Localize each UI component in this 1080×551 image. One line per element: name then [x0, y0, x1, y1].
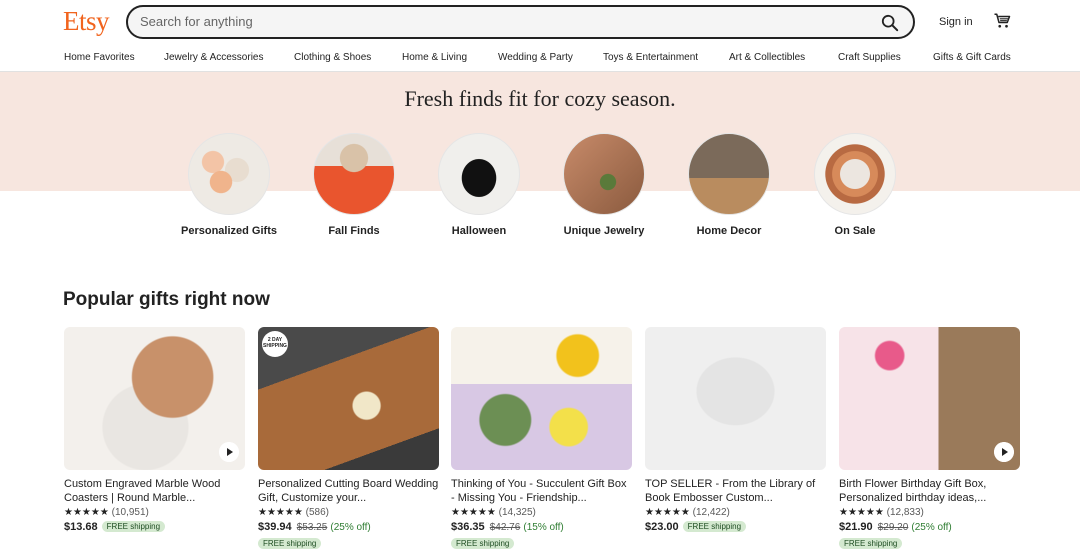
free-shipping-badge: FREE shipping: [258, 538, 322, 549]
cart-icon[interactable]: [993, 12, 1011, 30]
nav-wedding-party[interactable]: Wedding & Party: [498, 52, 573, 63]
price-row: $39.94 $53.25 (25% off): [258, 521, 439, 533]
product-price: $21.90: [839, 521, 873, 533]
product-card[interactable]: TOP SELLER - From the Library of Book Em…: [645, 327, 826, 533]
product-image[interactable]: [645, 327, 826, 470]
product-card[interactable]: 2 DAY SHIPPING Personalized Cutting Boar…: [258, 327, 439, 551]
product-price: $23.00: [645, 521, 679, 533]
nav-home-favorites[interactable]: Home Favorites: [64, 52, 135, 63]
nav-clothing-shoes[interactable]: Clothing & Shoes: [294, 52, 371, 63]
free-shipping-badge: FREE shipping: [839, 538, 903, 549]
category-image: [814, 133, 896, 215]
free-shipping-badge: FREE shipping: [682, 521, 747, 532]
category-label: Halloween: [451, 225, 507, 237]
rating-stars: ★★★★★: [258, 507, 303, 518]
product-title[interactable]: Birth Flower Birthday Gift Box, Personal…: [839, 477, 1020, 505]
nav-art-collectibles[interactable]: Art & Collectibles: [729, 52, 805, 63]
category-nav: Home Favorites Jewelry & Accessories Clo…: [0, 52, 1080, 66]
product-image[interactable]: [451, 327, 632, 470]
search-bar[interactable]: [126, 5, 915, 39]
shipping-badge: 2 DAY SHIPPING: [262, 331, 288, 357]
section-title: Popular gifts right now: [63, 289, 270, 310]
original-price: $53.25: [296, 522, 328, 533]
review-count: (10,951): [111, 507, 149, 518]
nav-toys-entertainment[interactable]: Toys & Entertainment: [603, 52, 698, 63]
product-card[interactable]: Birth Flower Birthday Gift Box, Personal…: [839, 327, 1020, 551]
product-title[interactable]: Thinking of You - Succulent Gift Box - M…: [451, 477, 632, 505]
product-rating: ★★★★★ (586): [258, 507, 439, 518]
category-halloween[interactable]: Halloween: [429, 133, 529, 238]
product-rating: ★★★★★ (10,951): [64, 507, 245, 518]
product-title[interactable]: Custom Engraved Marble Wood Coasters | R…: [64, 477, 245, 505]
search-input[interactable]: [140, 14, 860, 29]
category-label: On Sale: [834, 225, 876, 237]
product-card[interactable]: Custom Engraved Marble Wood Coasters | R…: [64, 327, 245, 533]
discount: (25% off): [911, 522, 952, 533]
nav-home-living[interactable]: Home & Living: [402, 52, 467, 63]
category-unique-jewelry[interactable]: Unique Jewelry: [554, 133, 654, 238]
free-shipping-badge: FREE shipping: [101, 521, 166, 532]
product-card[interactable]: Thinking of You - Succulent Gift Box - M…: [451, 327, 632, 551]
review-count: (12,833): [886, 507, 924, 518]
original-price: $29.20: [877, 522, 909, 533]
category-image: [563, 133, 645, 215]
product-rating: ★★★★★ (12,833): [839, 507, 1020, 518]
price-row: $21.90 $29.20 (25% off): [839, 521, 1020, 533]
category-image: [188, 133, 270, 215]
product-price: $36.35: [451, 521, 485, 533]
category-label: Unique Jewelry: [563, 225, 645, 237]
product-title[interactable]: TOP SELLER - From the Library of Book Em…: [645, 477, 826, 505]
category-fall-finds[interactable]: Fall Finds: [304, 133, 404, 238]
category-image: [688, 133, 770, 215]
review-count: (12,422): [692, 507, 730, 518]
site-header: Etsy Sign in Home Favorites Jewelry & Ac…: [0, 0, 1080, 72]
discount: (15% off): [523, 522, 564, 533]
nav-jewelry-accessories[interactable]: Jewelry & Accessories: [164, 52, 263, 63]
category-personalized-gifts[interactable]: Personalized Gifts: [179, 133, 279, 238]
product-image[interactable]: [839, 327, 1020, 470]
nav-craft-supplies[interactable]: Craft Supplies: [838, 52, 901, 63]
product-image[interactable]: [64, 327, 245, 470]
product-title[interactable]: Personalized Cutting Board Wedding Gift,…: [258, 477, 439, 505]
product-price: $39.94: [258, 521, 292, 533]
product-rating: ★★★★★ (14,325): [451, 507, 632, 518]
product-price: $13.68: [64, 521, 98, 533]
rating-stars: ★★★★★: [64, 507, 109, 518]
nav-gifts-gift-cards[interactable]: Gifts & Gift Cards: [933, 52, 1011, 63]
review-count: (14,325): [498, 507, 536, 518]
price-row: $36.35 $42.76 (15% off): [451, 521, 632, 533]
play-icon[interactable]: [994, 442, 1014, 462]
free-shipping-badge: FREE shipping: [451, 538, 515, 549]
hero-title: Fresh finds fit for cozy season.: [404, 86, 676, 111]
product-rating: ★★★★★ (12,422): [645, 507, 826, 518]
category-label: Fall Finds: [328, 225, 380, 237]
category-on-sale[interactable]: On Sale: [805, 133, 905, 238]
rating-stars: ★★★★★: [451, 507, 496, 518]
play-icon[interactable]: [219, 442, 239, 462]
rating-stars: ★★★★★: [645, 507, 690, 518]
category-image: [313, 133, 395, 215]
category-home-decor[interactable]: Home Decor: [679, 133, 779, 238]
search-icon[interactable]: [881, 14, 899, 32]
sign-in-link[interactable]: Sign in: [939, 16, 973, 28]
category-image: [438, 133, 520, 215]
rating-stars: ★★★★★: [839, 507, 884, 518]
discount: (25% off): [330, 522, 371, 533]
review-count: (586): [305, 507, 329, 518]
category-label: Personalized Gifts: [181, 225, 277, 237]
price-row: $13.68 FREE shipping: [64, 521, 245, 533]
etsy-logo[interactable]: Etsy: [63, 6, 110, 37]
original-price: $42.76: [489, 522, 521, 533]
price-row: $23.00 FREE shipping: [645, 521, 826, 533]
product-image[interactable]: 2 DAY SHIPPING: [258, 327, 439, 470]
category-label: Home Decor: [696, 225, 762, 237]
